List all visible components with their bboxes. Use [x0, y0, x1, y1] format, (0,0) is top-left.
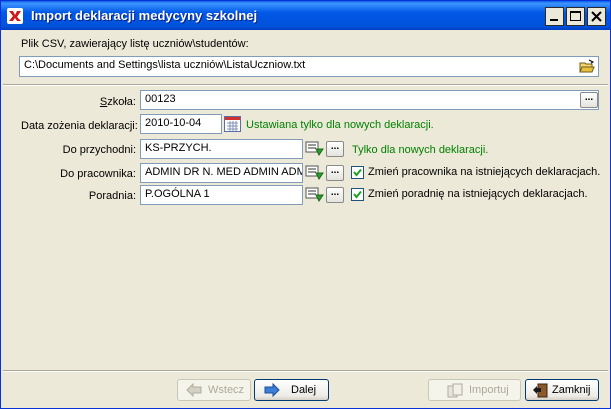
close-button-label: Zamknij [552, 384, 591, 396]
przychodnia-browse-button[interactable]: ... [326, 141, 344, 157]
poradnia-field[interactable]: P.OGÓLNA 1 [140, 185, 303, 205]
poradnia-browse-button[interactable]: ... [326, 187, 344, 203]
arrow-right-icon [264, 383, 280, 397]
poradnia-value: P.OGÓLNA 1 [145, 188, 210, 200]
przychodnia-value: KS-PRZYCH. [145, 142, 212, 154]
przychodnia-field[interactable]: KS-PRZYCH. [140, 139, 303, 159]
exit-door-icon [533, 383, 548, 398]
csv-path-field[interactable]: C:\Documents and Settings\lista uczniów\… [19, 56, 599, 77]
app-icon [7, 8, 23, 24]
maximize-button[interactable] [566, 7, 585, 26]
poradnia-checkbox[interactable] [351, 188, 364, 201]
close-window-button[interactable] [587, 7, 606, 26]
przychodnia-dictionary-pick-icon[interactable] [305, 141, 325, 157]
import-button-label: Importuj [469, 384, 509, 396]
close-button[interactable]: Zamknij [525, 379, 599, 401]
import-button[interactable]: Importuj [428, 379, 521, 401]
arrow-left-icon [186, 383, 202, 397]
import-icon [447, 383, 463, 398]
szkola-browse-button[interactable]: ... [580, 92, 598, 108]
maximize-icon [570, 11, 581, 21]
close-icon [591, 11, 602, 22]
data-note: Ustawiana tylko dla nowych deklaracji. [246, 119, 434, 131]
data-value: 2010-10-04 [145, 117, 202, 129]
pracownik-field[interactable]: ADMIN DR N. MED ADMIN ADM [140, 163, 303, 183]
window-title: Import deklaracji medycyny szkolnej [31, 8, 258, 23]
separator-top [3, 84, 608, 86]
open-folder-icon[interactable] [579, 59, 595, 74]
calendar-icon[interactable] [224, 116, 241, 132]
import-dialog-window: Import deklaracji medycyny szkolnej Plik… [0, 0, 611, 409]
pracownik-dictionary-pick-icon[interactable] [305, 165, 325, 181]
przychodnia-label: Do przychodni: [62, 144, 136, 156]
minimize-icon [550, 19, 558, 21]
poradnia-label: Poradnia: [88, 190, 136, 202]
minimize-button[interactable] [545, 7, 564, 26]
title-bar[interactable]: Import deklaracji medycyny szkolnej [1, 1, 610, 30]
szkola-field[interactable]: 00123 [140, 90, 599, 110]
next-button-label: Dalej [291, 384, 317, 396]
pracownik-checkbox[interactable] [351, 166, 364, 179]
data-field[interactable]: 2010-10-04 [140, 114, 222, 134]
checkmark-icon [353, 190, 362, 199]
pracownik-value: ADMIN DR N. MED ADMIN ADM [145, 166, 303, 178]
pracownik-browse-button[interactable]: ... [326, 165, 344, 181]
poradnia-checkbox-label[interactable]: Zmień poradnię na istniejących deklaracj… [368, 188, 588, 200]
szkola-label: Szkoła: [99, 96, 136, 108]
next-button[interactable]: Dalej [254, 379, 329, 401]
data-label: Data zożenia deklaracji: [21, 120, 138, 132]
poradnia-dictionary-pick-icon[interactable] [305, 187, 325, 203]
przychodnia-note: Tylko dla nowych deklaracji. [352, 144, 489, 156]
pracownik-label: Do pracownika: [60, 168, 136, 180]
back-button-label: Wstecz [208, 384, 245, 396]
csv-path-text: C:\Documents and Settings\lista uczniów\… [24, 59, 306, 71]
checkmark-icon [353, 168, 362, 177]
pracownik-checkbox-label[interactable]: Zmień pracownika na istniejących deklara… [368, 166, 600, 178]
separator-bottom [3, 370, 608, 372]
back-button[interactable]: Wstecz [177, 379, 251, 401]
szkola-value: 00123 [145, 93, 176, 105]
csv-file-label: Plik CSV, zawierający listę uczniów\stud… [21, 38, 249, 50]
